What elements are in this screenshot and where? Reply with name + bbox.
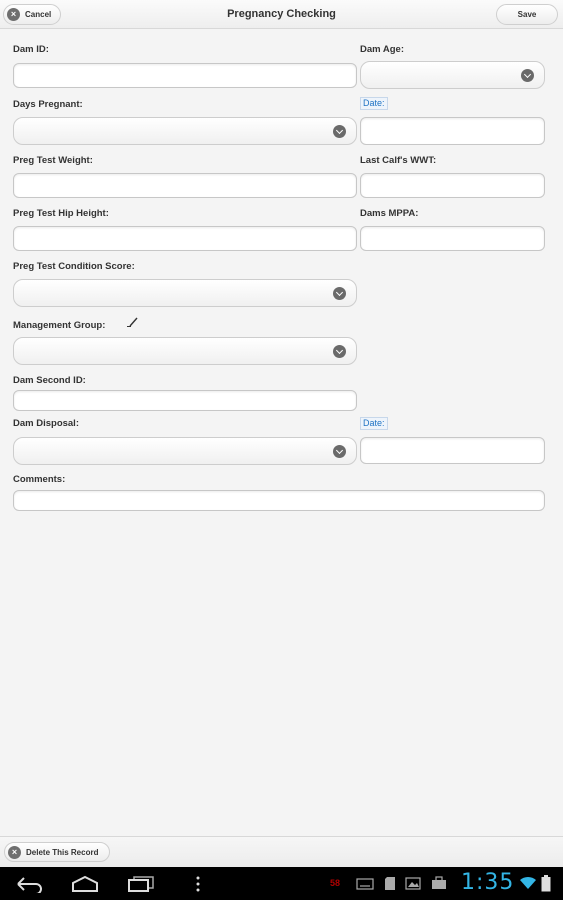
preg-test-condition-score-label: Preg Test Condition Score: — [13, 261, 135, 272]
last-calf-wwt-label: Last Calf's WWT: — [360, 155, 437, 166]
clock: 1:35 — [461, 870, 515, 895]
dam-second-id-input[interactable] — [13, 390, 357, 411]
delete-label: Delete This Record — [26, 847, 99, 857]
date-label[interactable]: Date: — [360, 97, 388, 110]
wifi-icon — [520, 876, 536, 889]
comments-input[interactable] — [13, 490, 545, 511]
edit-icon[interactable] — [127, 316, 139, 328]
recent-apps-icon[interactable] — [127, 876, 155, 892]
briefcase-icon — [432, 876, 446, 889]
chevron-down-icon — [521, 69, 534, 82]
dam-id-input[interactable] — [13, 63, 357, 88]
preg-test-condition-score-select[interactable] — [13, 279, 357, 307]
dam-age-select[interactable] — [360, 61, 545, 89]
disposal-date-input[interactable] — [360, 437, 545, 464]
management-group-label: Management Group: — [13, 320, 106, 331]
dams-mppa-input[interactable] — [360, 226, 545, 251]
disposal-date-label[interactable]: Date: — [360, 417, 388, 430]
dam-disposal-label: Dam Disposal: — [13, 418, 79, 429]
days-pregnant-label: Days Pregnant: — [13, 99, 83, 110]
system-nav-bar: 58 1:35 — [0, 867, 563, 900]
chevron-down-icon — [333, 287, 346, 300]
preg-test-weight-label: Preg Test Weight: — [13, 155, 93, 166]
bottom-action-bar: × Delete This Record — [0, 836, 563, 867]
image-icon — [405, 877, 421, 890]
management-group-select[interactable] — [13, 337, 357, 365]
notification-badge: 58 — [330, 878, 341, 888]
dams-mppa-label: Dams MPPA: — [360, 208, 419, 219]
menu-icon[interactable] — [195, 876, 201, 892]
battery-icon — [541, 875, 551, 892]
chevron-down-icon — [333, 345, 346, 358]
last-calf-wwt-input[interactable] — [360, 173, 545, 198]
chevron-down-icon — [333, 125, 346, 138]
dam-disposal-select[interactable] — [13, 437, 357, 465]
header-bar: × Cancel Pregnancy Checking Save — [0, 0, 563, 29]
preg-test-hip-height-input[interactable] — [13, 226, 357, 251]
days-pregnant-select[interactable] — [13, 117, 357, 145]
back-icon[interactable] — [14, 875, 44, 893]
delete-record-button[interactable]: × Delete This Record — [4, 842, 110, 862]
sd-card-icon — [385, 877, 395, 890]
keyboard-icon — [356, 878, 374, 890]
page-title: Pregnancy Checking — [227, 8, 336, 20]
close-icon: × — [8, 845, 21, 859]
dam-second-id-label: Dam Second ID: — [13, 375, 86, 386]
preg-test-weight-input[interactable] — [13, 173, 357, 198]
save-button[interactable]: Save — [496, 4, 558, 25]
dam-age-label: Dam Age: — [360, 44, 404, 55]
chevron-down-icon — [333, 445, 346, 458]
preg-test-hip-height-label: Preg Test Hip Height: — [13, 208, 109, 219]
comments-label: Comments: — [13, 474, 66, 485]
dam-id-label: Dam ID: — [13, 44, 49, 55]
date-input[interactable] — [360, 117, 545, 145]
home-icon[interactable] — [70, 875, 100, 893]
